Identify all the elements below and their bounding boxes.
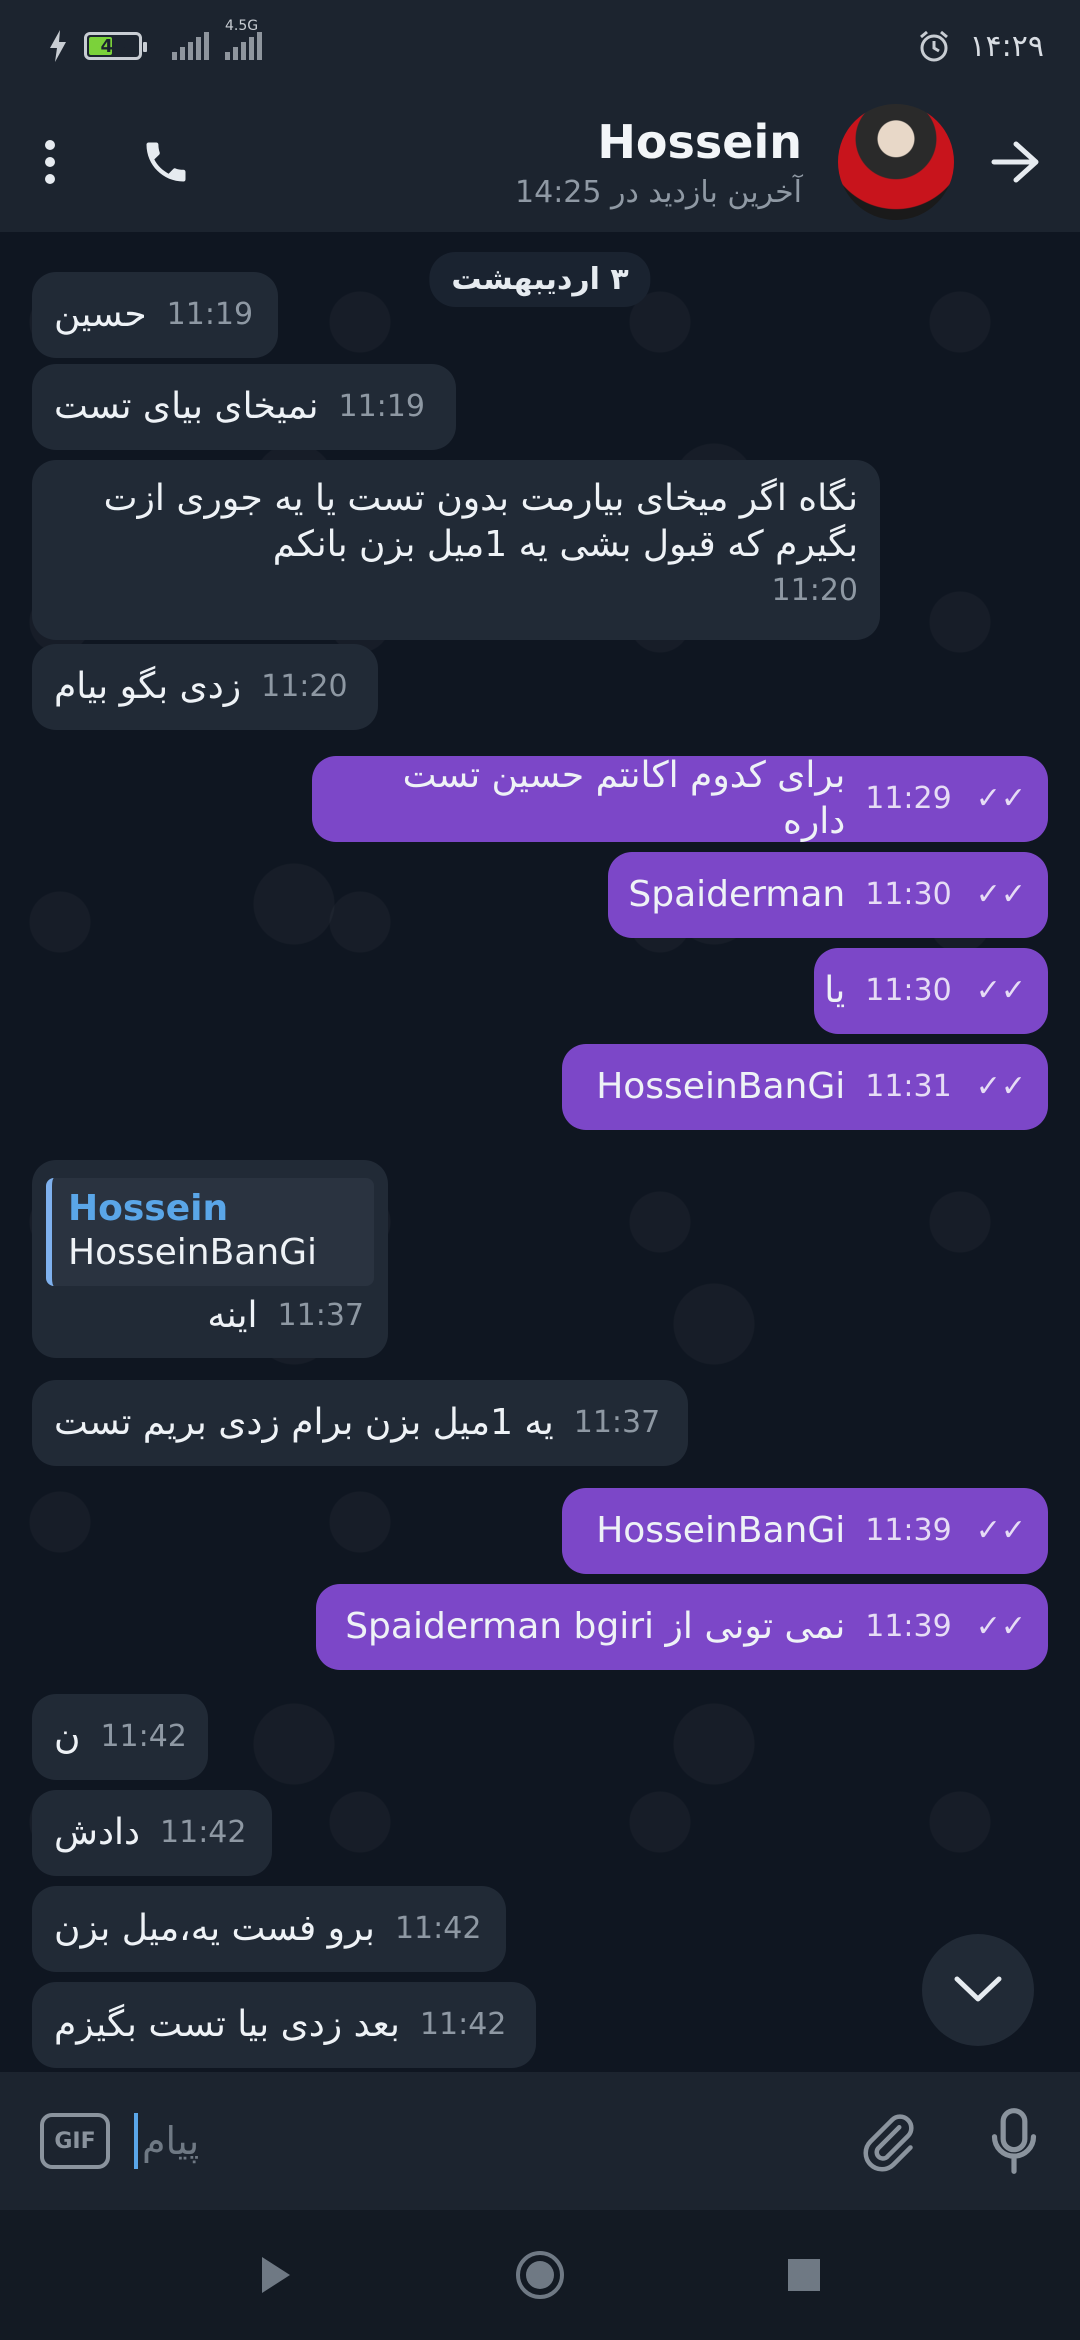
read-checkmarks-icon: ✓✓ [975, 973, 1026, 1008]
message-outgoing[interactable]: HosseinBanGi 11:39 ✓✓ [562, 1488, 1048, 1574]
message-incoming[interactable]: ن 11:42 [32, 1694, 208, 1780]
contact-name: Hossein [597, 114, 802, 169]
message-time: 11:42 [160, 1815, 247, 1850]
message-incoming[interactable]: زدی بگو بیام 11:20 [32, 644, 378, 730]
message-time: 11:37 [573, 1405, 661, 1440]
message-incoming[interactable]: دادش 11:42 [32, 1790, 272, 1876]
message-composer: GIF پیام [0, 2072, 1080, 2210]
read-checkmarks-icon: ✓✓ [975, 1513, 1026, 1548]
message-incoming[interactable]: حسین 11:19 [32, 272, 278, 358]
chat-header: Hossein آخرین بازدید در 14:25 [0, 92, 1080, 232]
clock: ۱۴:۲۹ [969, 28, 1044, 64]
message-time: 11:42 [100, 1719, 187, 1754]
message-text: برو فست یه،میل بزن [54, 1908, 375, 1949]
chevron-down-icon [954, 1976, 1002, 2002]
message-placeholder: پیام [142, 2119, 200, 2163]
more-options-icon[interactable] [40, 137, 60, 187]
header-title[interactable]: Hossein آخرین بازدید در 14:25 [192, 115, 838, 210]
message-text: نمیخای بیای تست [54, 386, 319, 427]
message-text: بعد زدی بیا تست بگیزم [54, 2004, 400, 2045]
text-caret [134, 2113, 138, 2169]
signal-icon [172, 32, 209, 60]
last-seen: آخرین بازدید در 14:25 [515, 174, 802, 210]
message-incoming[interactable]: نگاه اگر میخای بیارمت بدون تست یا یه جور… [32, 460, 880, 640]
message-incoming[interactable]: نمیخای بیای تست 11:19 [32, 364, 456, 450]
network-label: 4.5G [225, 18, 259, 34]
message-time: 11:39 [865, 1513, 952, 1548]
microphone-icon[interactable] [988, 2106, 1040, 2176]
message-text: Spaiderman [628, 874, 846, 915]
message-outgoing[interactable]: نمی تونی از Spaiderman bgiri 11:39 ✓✓ [316, 1584, 1048, 1670]
message-incoming[interactable]: بعد زدی بیا تست بگیزم 11:42 [32, 1982, 536, 2068]
message-outgoing[interactable]: Spaiderman 11:30 ✓✓ [608, 852, 1048, 938]
charging-icon [50, 30, 66, 62]
status-left: 44 4.5G [48, 18, 262, 62]
system-nav-bar [0, 2210, 1080, 2340]
read-checkmarks-icon: ✓✓ [975, 1609, 1026, 1644]
call-icon[interactable] [140, 136, 192, 188]
read-checkmarks-icon: ✓✓ [975, 781, 1026, 816]
message-time: 11:20 [261, 669, 348, 704]
message-text: اینه [207, 1295, 258, 1336]
message-text-line: نگاه اگر میخای بیارمت بدون تست یا یه جور… [103, 478, 858, 519]
battery-level: 44 [100, 35, 126, 57]
message-text: دادش [54, 1812, 141, 1853]
nav-recents-icon[interactable] [786, 2257, 822, 2293]
message-time: 11:31 [865, 1069, 952, 1104]
reply-preview[interactable]: Hossein HosseinBanGi [46, 1178, 374, 1286]
message-input[interactable]: پیام [110, 2101, 858, 2181]
message-text: نمی تونی از Spaiderman bgiri [345, 1606, 846, 1647]
attach-icon[interactable] [858, 2109, 918, 2173]
message-text: یه 1میل بزن برام زدی بریم تست [54, 1402, 554, 1443]
message-time: 11:42 [419, 2007, 507, 2042]
header-actions [40, 136, 192, 188]
nav-back-icon[interactable] [258, 2255, 294, 2295]
status-bar: 44 4.5G ۱۴:۲۹ [0, 0, 1080, 92]
message-text-line: بگیرم که قبول بشی یه 1میل بزن بانکم [272, 524, 858, 565]
message-text: زدی بگو بیام [54, 666, 242, 707]
message-incoming[interactable]: یه 1میل بزن برام زدی بریم تست 11:37 [32, 1380, 688, 1466]
message-time: 11:29 [865, 781, 952, 816]
message-text: HosseinBanGi [596, 1510, 846, 1551]
date-chip: ۳ اردیبهشت [429, 252, 651, 307]
read-checkmarks-icon: ✓✓ [975, 877, 1026, 912]
message-text: برای کدوم اکانتم حسین تست داره [402, 755, 846, 842]
signal-4g-group: 4.5G [225, 18, 262, 60]
message-time: 11:19 [338, 389, 425, 424]
message-text: یا [824, 970, 846, 1011]
composer-actions [858, 2106, 1040, 2176]
message-time: 11:30 [865, 877, 952, 912]
message-text: ن [54, 1716, 81, 1757]
back-arrow-icon[interactable] [990, 140, 1040, 184]
message-outgoing[interactable]: یا 11:30 ✓✓ [814, 948, 1048, 1034]
read-checkmarks-icon: ✓✓ [975, 1069, 1026, 1104]
signal-icon-2 [225, 32, 262, 60]
message-time: 11:19 [166, 297, 254, 332]
message-outgoing[interactable]: HosseinBanGi 11:31 ✓✓ [562, 1044, 1048, 1130]
message-text: حسین [54, 294, 147, 335]
chat-area[interactable]: ۳ اردیبهشت حسین 11:19 نمیخای بیای تست 11:1… [0, 232, 1080, 2072]
status-right: ۱۴:۲۹ [917, 29, 1044, 64]
scroll-to-bottom-button[interactable] [922, 1934, 1034, 2046]
message-time: 11:20 [771, 573, 858, 608]
message-incoming-with-reply[interactable]: Hossein HosseinBanGi اینه 11:37 [32, 1160, 388, 1358]
alarm-icon [920, 30, 949, 62]
message-time: 11:30 [865, 973, 952, 1008]
message-outgoing[interactable]: برای کدوم اکانتم حسین تست داره 11:29 ✓✓ [312, 755, 1048, 842]
reply-author: Hossein [68, 1188, 229, 1229]
gif-button[interactable]: GIF [40, 2113, 110, 2169]
nav-home-icon[interactable] [514, 2249, 566, 2301]
message-text: HosseinBanGi [596, 1066, 846, 1107]
message-time: 11:42 [394, 1911, 482, 1946]
message-incoming[interactable]: برو فست یه،میل بزن 11:42 [32, 1886, 506, 1972]
message-time: 11:37 [277, 1298, 364, 1333]
avatar[interactable] [838, 104, 954, 220]
reply-text: HosseinBanGi [68, 1232, 318, 1273]
battery-icon: 44 [84, 32, 147, 60]
message-time: 11:39 [865, 1609, 952, 1644]
